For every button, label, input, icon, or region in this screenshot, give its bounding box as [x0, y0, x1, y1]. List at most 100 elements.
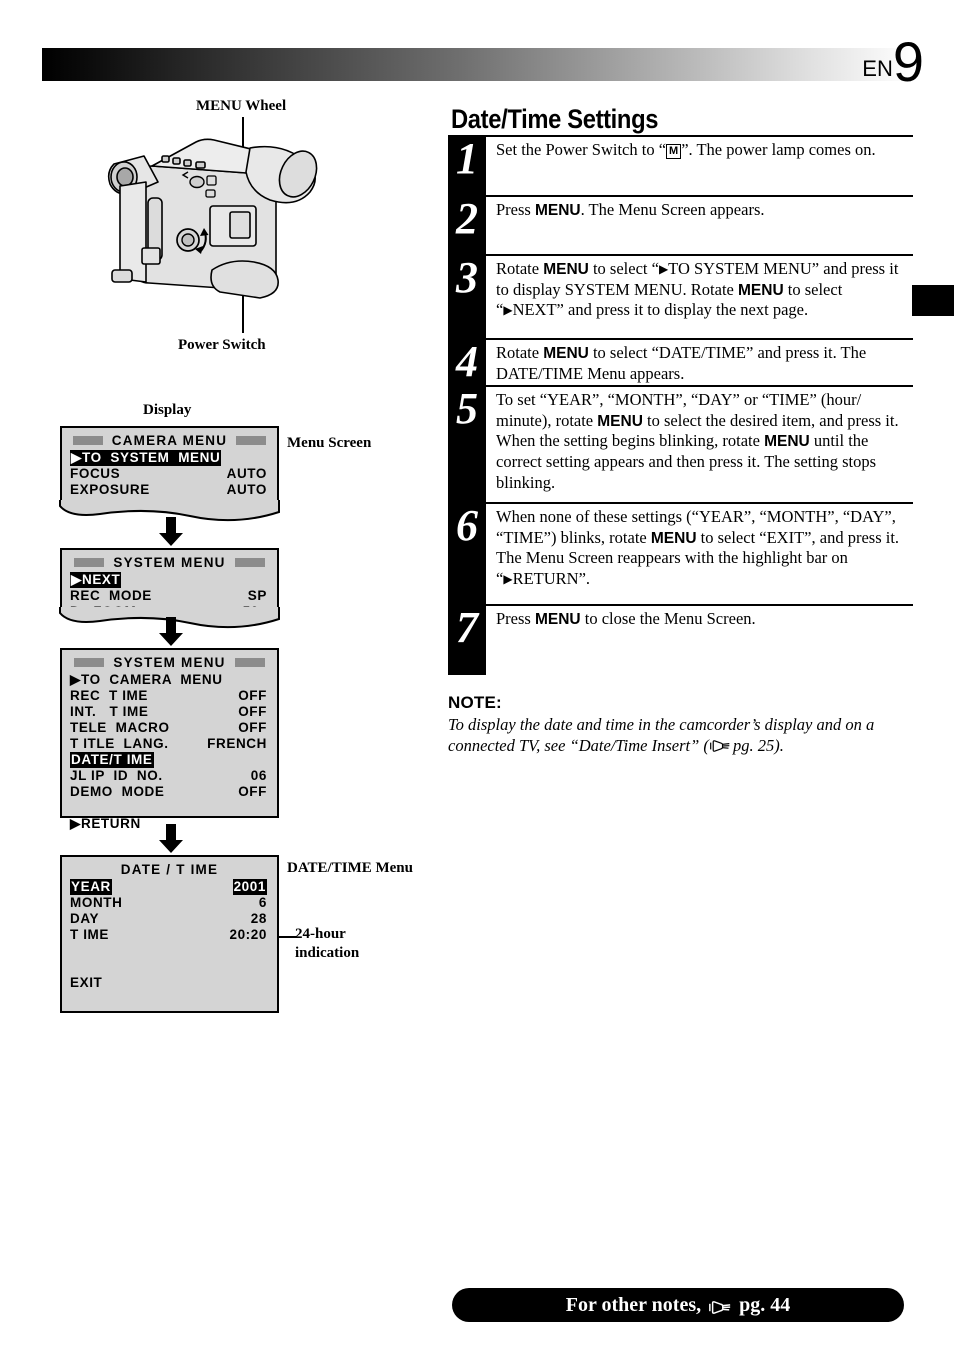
- step-text: When none of these settings (“YEAR”, “MO…: [496, 507, 900, 589]
- osd-title-text: DATE / T IME: [120, 862, 219, 877]
- osd-row-value: 28: [250, 911, 267, 926]
- step-item: 7 Press MENU to close the Menu Screen.: [448, 604, 913, 675]
- step-text: Press MENU. The Menu Screen appears.: [496, 200, 765, 219]
- step-item: 6 When none of these settings (“YEAR”, “M…: [448, 502, 913, 604]
- osd-row-value: OFF: [238, 688, 267, 703]
- step-number: 5: [448, 387, 486, 502]
- osd-row-value: OFF: [238, 784, 267, 799]
- osd-row-value: 06: [250, 768, 267, 783]
- osd-title-row: SYSTEM MENU: [62, 550, 277, 570]
- step-text: Rotate MENU to select “▶TO SYSTEM MENU” …: [496, 259, 899, 320]
- osd-row-value-blinking: 2001: [232, 879, 267, 895]
- osd-row-label: ▶RETURN: [70, 816, 141, 831]
- page-language-code: EN: [862, 56, 893, 82]
- osd-screen-date-time: DATE / T IME YEAR 2001 MONTH 6 DAY 28 T IME 20:…: [60, 855, 279, 1013]
- osd-row-label: ▶TO CAMERA MENU: [70, 672, 223, 687]
- osd-row: [70, 959, 267, 975]
- steps-list: 1 Set the Power Switch to “M”. The power …: [448, 135, 913, 675]
- osd-row: ▶TO SYSTEM MENU: [70, 450, 267, 466]
- osd-row-label: EXPOSURE: [70, 482, 150, 497]
- osd-row-label: REC MODE: [70, 588, 152, 603]
- note-body: To display the date and time in the camc…: [448, 715, 913, 757]
- flow-arrow-down-3: [159, 824, 183, 853]
- osd-title-text: SYSTEM MENU: [113, 655, 226, 670]
- osd-row: T IME 20:20: [70, 927, 267, 943]
- osd-row: DATE/T IME: [70, 752, 267, 768]
- note-text-after: pg. 25).: [728, 735, 784, 755]
- step-text: Press MENU to close the Menu Screen.: [496, 609, 756, 628]
- label-menu-wheel: MENU Wheel: [196, 98, 287, 114]
- step-number: 4: [448, 340, 486, 385]
- osd-row-value: SP: [247, 588, 267, 603]
- osd-row: EXIT: [70, 975, 267, 991]
- footer-text-after: pg. 44: [739, 1293, 791, 1316]
- osd-row-label: T IME: [70, 927, 109, 942]
- osd-row-label-highlighted: ▶TO SYSTEM MENU: [70, 450, 222, 466]
- osd-title-row: SYSTEM MENU: [62, 650, 277, 670]
- osd-row-label-highlighted: YEAR: [70, 879, 112, 895]
- osd-row-label: TELE MACRO: [70, 720, 170, 735]
- note-text-before: To display the date and time in the camc…: [448, 715, 875, 755]
- osd-row-value: 6: [258, 895, 267, 910]
- footer-text-before: For other notes,: [565, 1293, 702, 1316]
- step-number: 1: [448, 137, 486, 195]
- osd-screen-camera-menu: CAMERA MENU ▶TO SYSTEM MENU FOCUS AUTO EXPO…: [60, 426, 279, 513]
- osd-row: [70, 800, 267, 816]
- osd-dash-left: [74, 658, 105, 667]
- step-text: To set “YEAR”, “MONTH”, “DAY” or “TIME” …: [496, 390, 899, 492]
- osd-dash-left: [72, 436, 103, 445]
- step-number: 7: [448, 606, 486, 675]
- osd-row-value: FRENCH: [207, 736, 267, 751]
- osd-row-label: MONTH: [70, 895, 123, 910]
- osd-row-label: INT. T IME: [70, 704, 149, 719]
- osd-row: T ITLE LANG. FRENCH: [70, 736, 267, 752]
- osd-row-value: 20:20: [229, 927, 267, 942]
- footer-cross-reference-bar[interactable]: For other notes, pg. 44: [452, 1288, 904, 1322]
- pointing-hand-icon: [709, 738, 730, 752]
- step-text: Rotate MENU to select “DATE/TIME” and pr…: [496, 343, 867, 383]
- osd-row: [70, 943, 267, 959]
- label-power-switch: Power Switch: [178, 337, 266, 353]
- osd-row: ▶TO CAMERA MENU: [70, 672, 267, 688]
- label-datetime-menu: DATE/TIME Menu: [287, 860, 413, 876]
- osd-dash-right: [236, 436, 267, 445]
- osd-title-text: SYSTEM MENU: [113, 555, 226, 570]
- osd-row-value: OFF: [238, 704, 267, 719]
- osd-row: JL IP ID NO. 06: [70, 768, 267, 784]
- osd-row: TELE MACRO OFF: [70, 720, 267, 736]
- step-number: 3: [448, 256, 486, 338]
- osd-row-label: REC T IME: [70, 688, 149, 703]
- step-item: 5 To set “YEAR”, “MONTH”, “DAY” or “TIME”…: [448, 385, 913, 502]
- left-illustration-column: MENU Wheel Power Switch Display Menu Scr…: [0, 0, 440, 1355]
- osd-row: REC MODE SP: [70, 588, 267, 604]
- page-title: Date/Time Settings: [451, 104, 659, 135]
- osd-row-label-highlighted: ▶NEXT: [70, 572, 122, 588]
- page-number-block: EN 9: [862, 33, 924, 89]
- page-edge-tab-marker: [912, 285, 954, 316]
- osd-title-row: CAMERA MENU: [62, 428, 277, 448]
- osd-row-value: OFF: [238, 720, 267, 735]
- osd-row: EXPOSURE AUTO: [70, 482, 267, 498]
- label-display: Display: [143, 402, 192, 418]
- osd-row-label: T ITLE LANG.: [70, 736, 169, 751]
- osd-rows: YEAR 2001 MONTH 6 DAY 28 T IME 20:20 EXIT: [62, 877, 277, 991]
- osd-screen-system-menu-page2: SYSTEM MENU ▶TO CAMERA MENU REC T IME OFF I…: [60, 648, 279, 831]
- osd-rows: ▶TO CAMERA MENU REC T IME OFF INT. T IME OFF…: [62, 670, 277, 832]
- osd-row-label: JL IP ID NO.: [70, 768, 163, 783]
- osd-row: ▶NEXT: [70, 572, 267, 588]
- osd-row: DAY 28: [70, 911, 267, 927]
- osd-row: YEAR 2001: [70, 879, 267, 895]
- label-24-hour-indication: 24-hour indication: [295, 926, 360, 961]
- osd-row-value: AUTO: [226, 466, 267, 481]
- osd-row: REC T IME OFF: [70, 688, 267, 704]
- osd-row-value: AUTO: [226, 482, 267, 497]
- camcorder-illustration: [107, 138, 318, 299]
- osd-title-text: CAMERA MENU: [111, 433, 228, 448]
- osd-row: MONTH 6: [70, 895, 267, 911]
- osd-row-label: DAY: [70, 911, 100, 926]
- osd-row-label: FOCUS: [70, 466, 121, 481]
- osd-dash-left: [74, 558, 105, 567]
- osd-row-label: DEMO MODE: [70, 784, 165, 799]
- osd-dash-right: [234, 558, 265, 567]
- step-text: Set the Power Switch to “M”. The power l…: [496, 140, 876, 159]
